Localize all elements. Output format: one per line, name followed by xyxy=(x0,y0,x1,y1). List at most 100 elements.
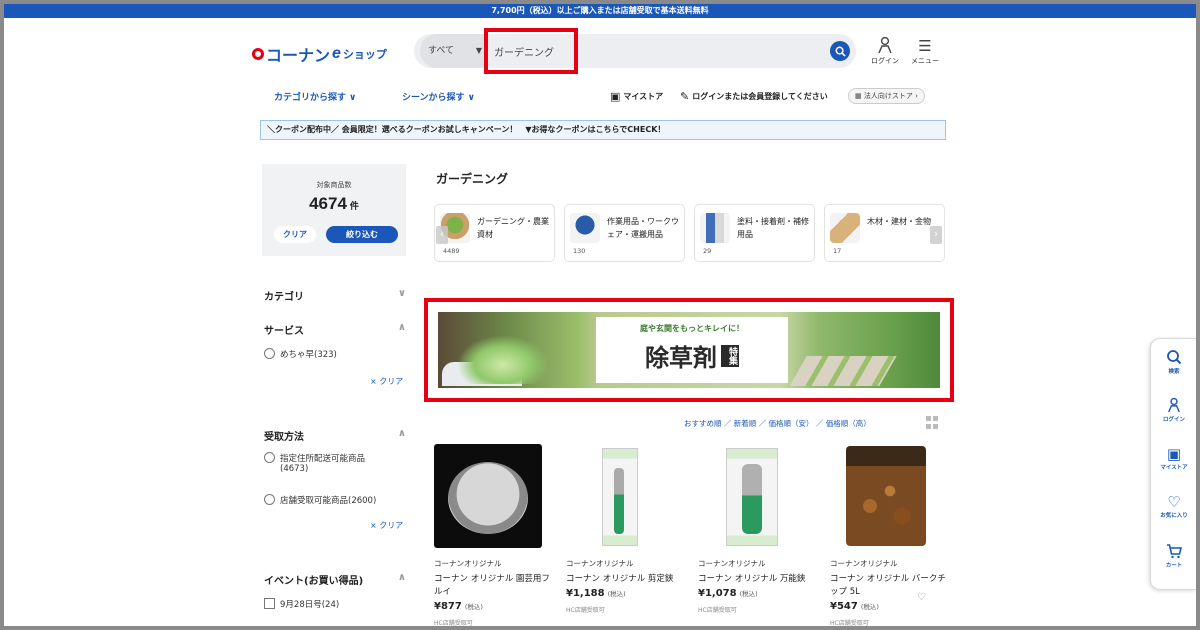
product-note: HC店舗受取可 xyxy=(434,620,473,626)
float-mystore-button[interactable]: ▣ マイストア xyxy=(1151,445,1196,471)
filter-category-header[interactable]: カテゴリ ∨ xyxy=(264,288,406,303)
count-value-wrap: 4674 件 xyxy=(262,194,406,214)
search-icon xyxy=(1167,350,1182,365)
banner-tag: 特集 xyxy=(721,344,739,367)
filter-pickup-header[interactable]: 受取方法 ∧ xyxy=(264,428,406,443)
product-card[interactable]: コーナンオリジナル コーナン オリジナル バークチップ 5L ¥547 (税込) … xyxy=(830,444,948,626)
clear-button[interactable]: クリア xyxy=(274,226,316,243)
service-clear-link[interactable]: × クリア xyxy=(370,376,403,387)
pruner-image xyxy=(614,468,624,534)
login-button[interactable]: ログイン xyxy=(866,36,904,66)
chevron-up-icon: ∧ xyxy=(397,428,406,439)
count-unit: 件 xyxy=(349,201,359,211)
radio-button[interactable] xyxy=(264,348,275,359)
service-option-fast[interactable]: めちゃ早(323) xyxy=(264,348,410,360)
category-card-gardening[interactable]: 4489 ガーデニング・農業資材 xyxy=(434,204,555,262)
product-price: ¥877 xyxy=(434,601,462,612)
banner-subtitle: 庭や玄関をもっとキレイに！ xyxy=(640,324,744,333)
product-brand: コーナンオリジナル xyxy=(566,559,634,568)
category-carousel: 4489 ガーデニング・農業資材 130 作業用品・ワークウェア・運搬用品 29… xyxy=(434,204,946,262)
result-count-box: 対象商品数 4674 件 クリア 絞り込む xyxy=(262,164,406,256)
apply-filter-button[interactable]: 絞り込む xyxy=(326,226,398,243)
filter-event-title: イベント(お買い得品) xyxy=(264,576,364,587)
banner-path-image xyxy=(789,356,897,386)
product-price: ¥1,188 xyxy=(566,588,605,599)
product-card[interactable]: コーナンオリジナル コーナン オリジナル 園芸用フルイ ¥877 (税込) HC店… xyxy=(434,444,552,626)
float-login-button[interactable]: ログイン xyxy=(1151,397,1196,423)
login-register-link[interactable]: ✎ ログインまたは会員登録してください xyxy=(680,90,828,103)
product-card[interactable]: コーナンオリジナル コーナン オリジナル 剪定鋏 ¥1,188 (税込) HC店舗… xyxy=(566,444,684,614)
user-icon xyxy=(1168,397,1180,413)
product-note: HC店舗受取可 xyxy=(830,620,869,626)
pickup-clear-link[interactable]: × クリア xyxy=(370,520,403,531)
category-image xyxy=(830,213,860,243)
search-button[interactable] xyxy=(830,41,850,61)
store-logo[interactable]: コーナン e ショップ xyxy=(252,42,387,66)
main-nav: カテゴリから探す ∨ シーンから探す ∨ ▣ マイストア ✎ ログインまたは会員登録… xyxy=(4,84,1196,110)
scene-browse-menu[interactable]: シーンから探す ∨ xyxy=(402,90,475,103)
product-name: コーナン オリジナル 剪定鋏 xyxy=(566,574,674,584)
pickup-option-delivery[interactable]: 指定住所配送可能商品 (4673) xyxy=(264,452,410,474)
filter-service-header[interactable]: サービス ∧ xyxy=(264,322,406,337)
product-price: ¥1,078 xyxy=(698,588,737,599)
carousel-next-button[interactable]: › xyxy=(930,226,942,244)
coupon-banner[interactable]: ＼クーポン配布中／ 会員限定！選べるクーポンお試しキャンペーン！ ▼お得なクーポ… xyxy=(260,120,946,140)
carousel-prev-button[interactable]: ‹ xyxy=(436,226,448,244)
search-input[interactable] xyxy=(494,42,794,60)
product-image xyxy=(830,444,938,548)
building-icon: ▦ xyxy=(855,92,864,100)
product-price-wrap: ¥1,078 (税込) xyxy=(698,588,816,599)
float-search-button[interactable]: 検索 xyxy=(1151,349,1196,375)
float-login-label: ログイン xyxy=(1162,417,1185,423)
pickup-option-store[interactable]: 店舗受取可能商品(2600) xyxy=(264,494,410,506)
pickup-option-store-label: 店舗受取可能商品(2600) xyxy=(280,496,377,506)
chevron-up-icon: ∧ xyxy=(397,572,406,583)
float-favorite-button[interactable]: ♡ お気に入り xyxy=(1151,493,1196,519)
filter-event-header[interactable]: イベント(お買い得品) ∧ xyxy=(264,572,406,587)
login-label: ログイン xyxy=(871,57,899,65)
heart-icon[interactable]: ♡ xyxy=(917,592,926,603)
search-category-select[interactable]: すべて ▼ xyxy=(420,34,488,68)
store-icon: ▣ xyxy=(610,90,621,103)
chevron-up-icon: ∧ xyxy=(397,322,406,333)
banner-title-wrap: 除草剤 特集 xyxy=(596,338,788,373)
pickup-option-delivery-text: 指定住所配送可能商品 xyxy=(280,454,366,464)
grid-view-icon[interactable] xyxy=(926,416,940,430)
service-option-label: めちゃ早(323) xyxy=(280,350,337,360)
menu-button[interactable]: ☰ メニュー xyxy=(906,36,944,66)
category-card-workwear[interactable]: 130 作業用品・ワークウェア・運搬用品 xyxy=(564,204,685,262)
sieve-image xyxy=(448,462,528,534)
promo-banner[interactable]: 庭や玄関をもっとキレイに！ 除草剤 特集 xyxy=(438,312,940,388)
product-card[interactable]: コーナンオリジナル コーナン オリジナル 万能鋏 ¥1,078 (税込) HC店舗… xyxy=(698,444,816,614)
product-image xyxy=(698,444,806,548)
category-browse-label: カテゴリから探す xyxy=(274,93,347,103)
chevron-down-icon: ∨ xyxy=(467,93,475,103)
product-brand: コーナンオリジナル xyxy=(830,559,898,568)
category-card-lumber[interactable]: 17 木材・建材・金物 xyxy=(824,204,945,262)
checkbox[interactable] xyxy=(264,598,275,609)
radio-button[interactable] xyxy=(264,494,275,505)
caret-down-icon: ▼ xyxy=(475,46,482,55)
search-category-value: すべて xyxy=(428,46,455,56)
chevron-down-icon: ∨ xyxy=(349,93,357,103)
product-note: HC店舗受取可 xyxy=(566,607,605,614)
page-title: ガーデニング xyxy=(436,172,509,186)
sort-options[interactable]: おすすめ順 ／ 新着順 ／ 価格順（安） ／ 価格順（高） xyxy=(684,418,871,429)
float-cart-button[interactable]: カート xyxy=(1151,543,1196,569)
product-tax: (税込) xyxy=(860,603,879,611)
login-register-label: ログインまたは会員登録してください xyxy=(692,92,828,101)
radio-button[interactable] xyxy=(264,452,275,463)
page-frame: 7,700円（税込）以上ご購入または店舗受取で基本送料無料 コーナン e ショッ… xyxy=(4,4,1196,626)
category-card-paint[interactable]: 29 塗料・接着剤・補修用品 xyxy=(694,204,815,262)
chevron-right-icon: › xyxy=(934,229,938,240)
banner-title: 除草剤 xyxy=(645,346,717,372)
my-store-link[interactable]: ▣ マイストア xyxy=(610,90,663,103)
product-name: コーナン オリジナル 万能鋏 xyxy=(698,574,806,584)
business-store-link[interactable]: ▦ 法人向けストア › xyxy=(848,88,925,104)
category-browse-menu[interactable]: カテゴリから探す ∨ xyxy=(274,90,356,103)
product-image xyxy=(566,444,674,548)
count-buttons: クリア 絞り込む xyxy=(274,226,398,243)
event-option-0928[interactable]: 9月28日号(24) xyxy=(264,598,410,610)
count-value: 4674 xyxy=(309,194,347,213)
promo-banner-highlight: 庭や玄関をもっとキレイに！ 除草剤 特集 xyxy=(424,298,954,402)
